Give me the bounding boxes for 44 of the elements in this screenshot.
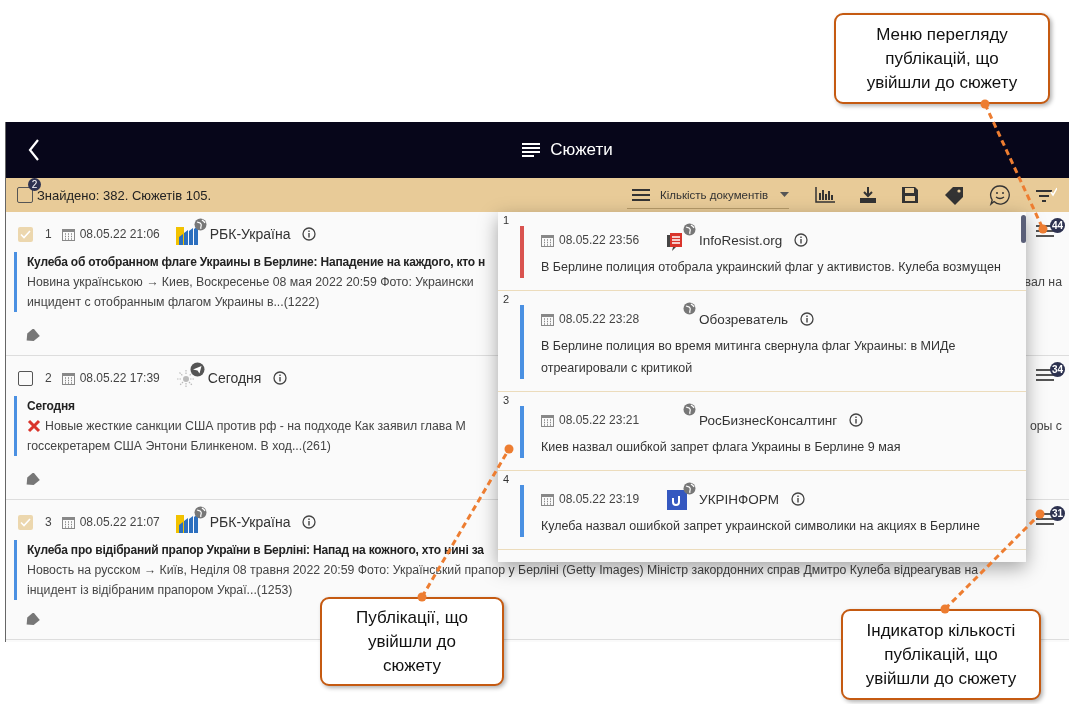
source-name: InfoResist.org — [699, 232, 783, 248]
story-text: инцидент с отобранным флагом Украины в...(1222) — [27, 294, 320, 311]
story-text: оры с — [1029, 418, 1062, 435]
source-name: РБК-Україна — [209, 226, 291, 242]
count-badge: 34 — [1050, 362, 1065, 377]
callout-box: Індикатор кількості публікацій, що увійшли до сюжету — [841, 609, 1041, 700]
source-name: УКРІНФОРМ — [699, 491, 779, 507]
story-text: госсекретарем США Энтони Блинкеном. В ход...(261) — [27, 438, 331, 455]
story-text: Новость на русском → Київ, Неділя 08 травня 2022 20:59 Фото: Український прапор у Берліні (Getty Images) Міністр закордонних справ Дмитро Кулеба відреагував на — [27, 562, 979, 579]
publication-date: 08.05.22 23:56 — [559, 233, 640, 247]
count-badge: 44 — [1050, 218, 1065, 233]
story-date: 08.05.22 17:39 — [79, 371, 160, 385]
publication-title[interactable]: В Берлине полиция отобрала украинский флаг у активистов. Кулеба возмущен — [541, 256, 1006, 278]
story-title: Кулеба про відібраний прапор України в Берліні: Напад на кожного, хто нині за — [27, 542, 484, 559]
publication-title[interactable]: Кулеба назвал ошибкой запрет украинской символики на акциях в Берлине — [541, 515, 1006, 537]
callout-box: Меню перегляду публікацій, що увійшли до сюжету — [834, 13, 1050, 104]
story-number: 2 — [45, 371, 52, 385]
publication-date: 08.05.22 23:28 — [559, 312, 640, 326]
item-number: 4 — [502, 473, 511, 487]
sort-dropdown[interactable]: Кількість документів — [627, 181, 789, 209]
story-title: Сегодня — [27, 398, 75, 415]
story-number: 1 — [45, 227, 52, 241]
source-name: РосБизнесКонсалтинг — [699, 412, 838, 428]
story-text: інцидент із відібраним прапором Украї...(1253) — [27, 582, 293, 599]
publication-title[interactable]: Киев назвал ошибкой запрет флага Украины в Берлине 9 мая — [541, 436, 1006, 458]
story-date: 08.05.22 21:07 — [79, 515, 160, 529]
source-name: Обозреватель — [699, 311, 789, 327]
item-number: 2 — [502, 293, 511, 307]
publication-date: 08.05.22 23:21 — [559, 413, 640, 427]
source-name: РБК-Україна — [209, 514, 291, 530]
count-badge: 31 — [1050, 506, 1065, 521]
story-title: Кулеба об отобранном флаге Украины в Берлине: Нападение на каждого, кто н — [27, 254, 486, 271]
story-text: Новина українською → Киев, Воскресенье 08 мая 2022 20:59 Фото: Украински — [27, 274, 474, 291]
source-name: Сегодня — [207, 370, 262, 386]
item-number: 1 — [502, 214, 511, 228]
publication-date: 08.05.22 23:19 — [559, 492, 640, 506]
item-number: 3 — [502, 394, 511, 408]
callout-box: Публікації, що увійшли до сюжету — [320, 597, 504, 686]
story-date: 08.05.22 21:06 — [79, 227, 160, 241]
page-title: Сюжети — [550, 140, 613, 160]
publication-title[interactable]: В Берлине полиция во время митинга свернула флаг Украины: в МИДе отреагировали с критикой — [541, 335, 1006, 379]
story-number: 3 — [45, 515, 52, 529]
story-text: Новые жесткие санкции США против рф - на подходе Как заявил глава М — [45, 418, 466, 435]
count-badge: 2 — [28, 178, 41, 191]
